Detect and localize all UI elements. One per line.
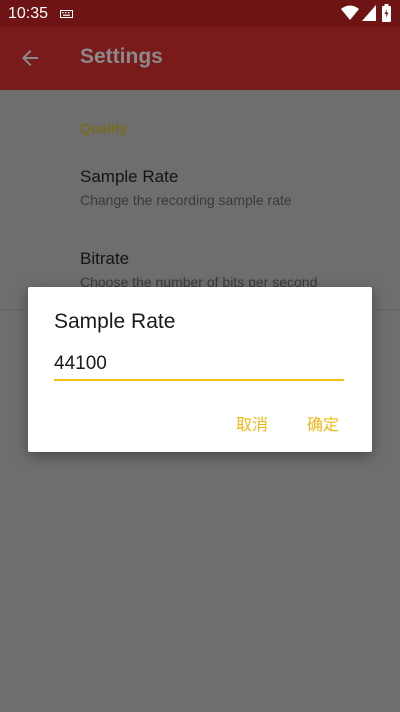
ok-button[interactable]: 确定 <box>301 407 345 439</box>
pref-item-title: Bitrate <box>80 249 130 268</box>
screen: 10:35 Settings Quality Sample Rate Chang… <box>0 0 400 712</box>
signal-icon <box>362 5 376 21</box>
status-time: 10:35 <box>8 5 49 22</box>
pref-item-summary: Change the recording sample rate <box>80 192 292 208</box>
dialog-title: Sample Rate <box>54 310 176 333</box>
sample-rate-input[interactable] <box>54 349 344 381</box>
settings-list: Quality Sample Rate Change the recording… <box>0 90 400 310</box>
status-bar: 10:35 <box>0 0 400 27</box>
app-bar: Settings <box>0 27 400 90</box>
cancel-button[interactable]: 取消 <box>230 407 274 439</box>
sample-rate-dialog: Sample Rate 取消 确定 <box>28 287 372 452</box>
section-header-quality: Quality <box>80 120 128 136</box>
page-title: Settings <box>80 45 163 68</box>
keyboard-icon <box>60 10 73 18</box>
pref-item-title: Sample Rate <box>80 167 179 186</box>
wifi-icon <box>341 5 359 20</box>
arrow-back-icon[interactable] <box>18 46 42 70</box>
battery-icon <box>382 4 391 22</box>
